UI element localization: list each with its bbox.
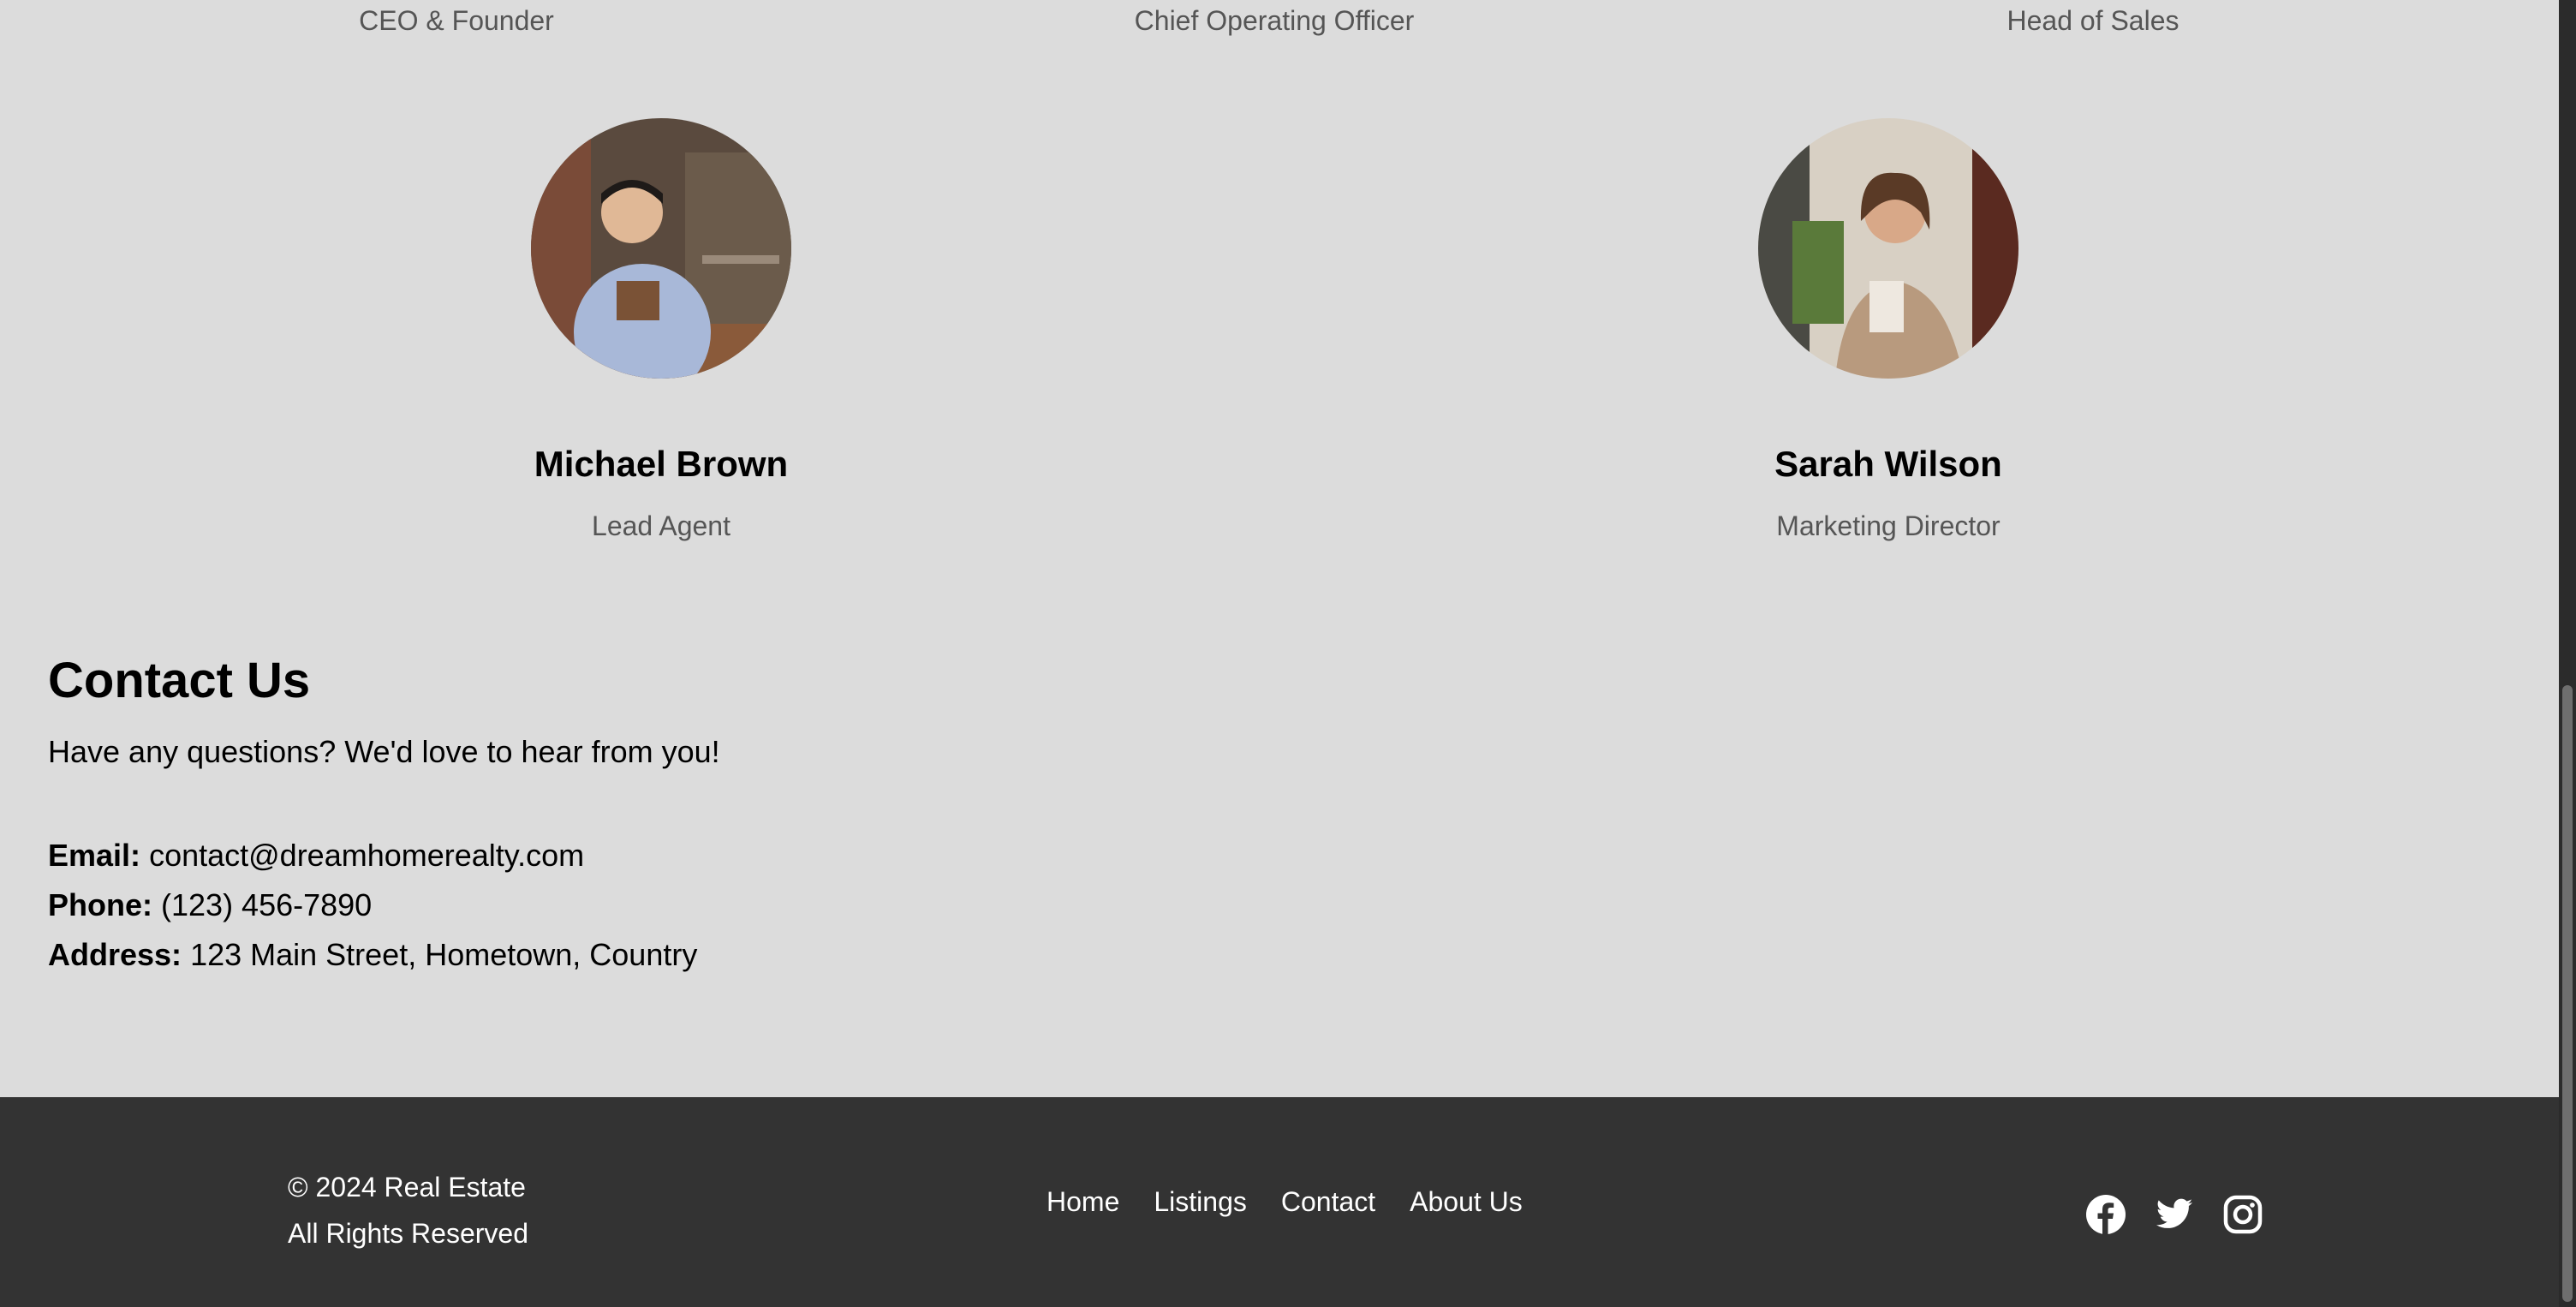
contact-email-line: Email: contact@dreamhomerealty.com bbox=[48, 831, 720, 880]
team-member-card: Sarah Wilson Marketing Director bbox=[1631, 118, 2145, 542]
contact-address-line: Address: 123 Main Street, Hometown, Coun… bbox=[48, 930, 720, 980]
avatar bbox=[531, 118, 791, 379]
footer-link-about-us[interactable]: About Us bbox=[1410, 1186, 1523, 1218]
twitter-icon[interactable] bbox=[2155, 1195, 2194, 1234]
footer-social-links bbox=[2086, 1195, 2263, 1234]
team-role-head-sales: Head of Sales bbox=[2007, 5, 2179, 36]
footer-link-contact[interactable]: Contact bbox=[1281, 1186, 1375, 1218]
team-member-role: Lead Agent bbox=[592, 510, 730, 541]
scrollbar-thumb[interactable] bbox=[2562, 685, 2573, 1302]
contact-address-label: Address: bbox=[48, 937, 182, 972]
team-member-role: Marketing Director bbox=[1776, 510, 2001, 541]
footer-copyright: © 2024 Real Estate bbox=[288, 1172, 526, 1203]
footer-nav: Home Listings Contact About Us bbox=[1046, 1186, 1523, 1218]
team-member-name: Michael Brown bbox=[534, 444, 789, 484]
contact-details: Email: contact@dreamhomerealty.com Phone… bbox=[48, 831, 720, 980]
footer-rights: All Rights Reserved bbox=[288, 1218, 528, 1249]
page-scrollbar[interactable] bbox=[2559, 0, 2576, 1307]
footer-link-home[interactable]: Home bbox=[1046, 1186, 1119, 1218]
contact-title: Contact Us bbox=[48, 653, 311, 708]
contact-phone-label: Phone: bbox=[48, 887, 152, 922]
team-role-coo: Chief Operating Officer bbox=[1134, 5, 1415, 36]
contact-phone-line: Phone: (123) 456-7890 bbox=[48, 880, 720, 930]
contact-email-label: Email: bbox=[48, 838, 141, 873]
team-member-card: Michael Brown Lead Agent bbox=[404, 118, 918, 542]
page: CEO & Founder Chief Operating Officer He… bbox=[0, 0, 2559, 1307]
footer-copyright-block: © 2024 Real Estate All Rights Reserved bbox=[288, 1164, 528, 1256]
contact-intro: Have any questions? We'd love to hear fr… bbox=[48, 734, 720, 769]
contact-phone-value: (123) 456-7890 bbox=[161, 887, 373, 922]
team-member-name: Sarah Wilson bbox=[1774, 444, 2002, 484]
footer: © 2024 Real Estate All Rights Reserved H… bbox=[0, 1097, 2559, 1307]
contact-email-value: contact@dreamhomerealty.com bbox=[149, 838, 585, 873]
footer-link-listings[interactable]: Listings bbox=[1154, 1186, 1247, 1218]
avatar bbox=[1758, 118, 2018, 379]
contact-address-value: 123 Main Street, Hometown, Country bbox=[190, 937, 698, 972]
contact-section: Contact Us Have any questions? We'd love… bbox=[48, 651, 720, 980]
team-role-ceo: CEO & Founder bbox=[359, 5, 554, 36]
facebook-icon[interactable] bbox=[2086, 1195, 2126, 1234]
instagram-icon[interactable] bbox=[2223, 1195, 2263, 1234]
